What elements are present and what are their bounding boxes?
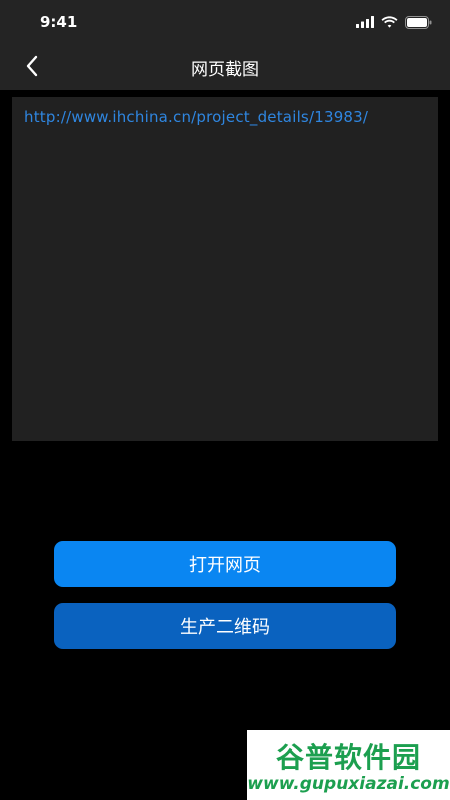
cellular-signal-icon: [356, 16, 374, 28]
nav-bar: 网页截图: [0, 44, 450, 90]
open-webpage-button[interactable]: 打开网页: [54, 541, 396, 587]
status-icons: [356, 14, 432, 30]
generate-qr-code-button-label: 生产二维码: [180, 617, 270, 638]
generate-qr-code-button[interactable]: 生产二维码: [54, 603, 396, 649]
wifi-icon: [381, 16, 398, 28]
watermark-logo: 谷普软件园 www.gupuxiazai.com: [247, 730, 450, 800]
header: 9:41 网页截图: [0, 0, 450, 90]
battery-icon: [405, 15, 432, 29]
url-input-value: http://www.ihchina.cn/project_details/13…: [24, 108, 369, 126]
url-input[interactable]: http://www.ihchina.cn/project_details/13…: [12, 97, 438, 441]
status-time: 9:41: [40, 13, 78, 31]
watermark-url: www.gupuxiazai.com: [247, 774, 450, 794]
status-bar: 9:41: [0, 0, 450, 44]
page-title: 网页截图: [191, 60, 259, 80]
open-webpage-button-label: 打开网页: [189, 555, 261, 576]
watermark-title: 谷普软件园: [275, 741, 421, 774]
